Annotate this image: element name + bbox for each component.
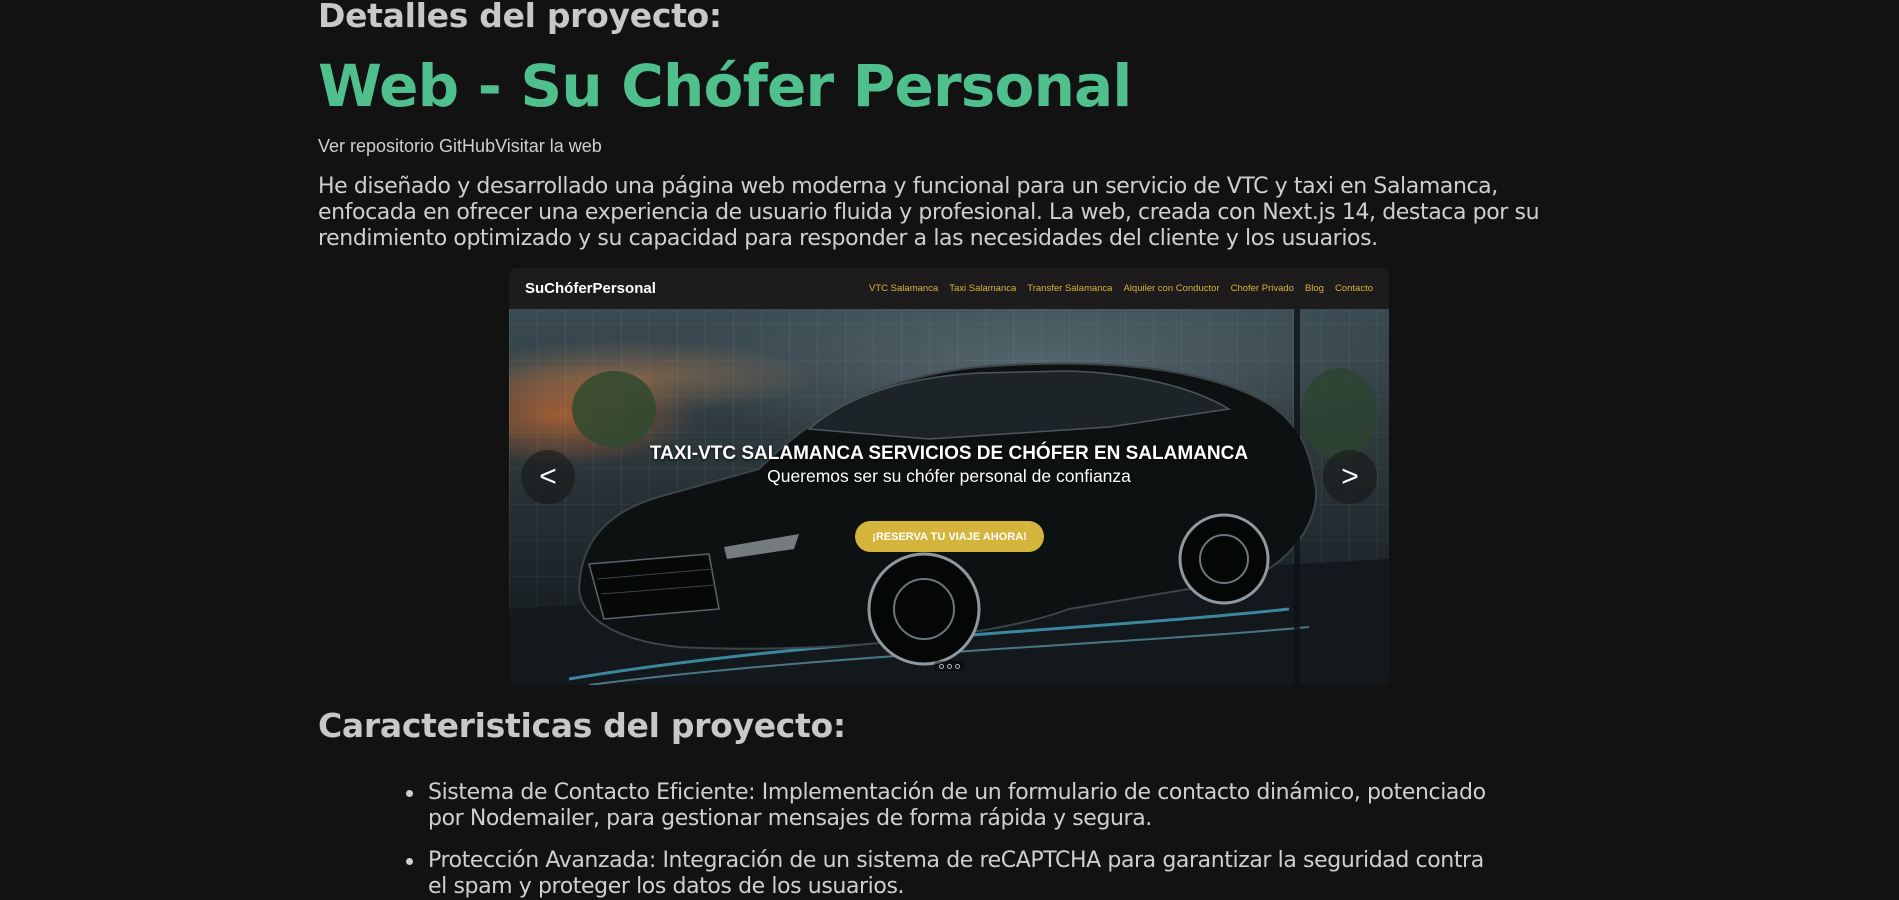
- preview-menu-item-chofer[interactable]: Chofer Privado: [1231, 283, 1294, 294]
- bullet-icon: [406, 790, 413, 797]
- preview-menu: VTC Salamanca Taxi Salamanca Transfer Sa…: [869, 283, 1373, 294]
- feature-item: Sistema de Contacto Eficiente: Implement…: [406, 780, 1488, 832]
- website-preview-screenshot: SuChóferPersonal VTC Salamanca Taxi Sala…: [509, 268, 1389, 685]
- preview-menu-item-transfer[interactable]: Transfer Salamanca: [1027, 283, 1112, 294]
- project-description: He diseñado y desarrollado una página we…: [318, 174, 1540, 251]
- preview-navbar: SuChóferPersonal VTC Salamanca Taxi Sala…: [509, 268, 1389, 309]
- preview-hero-title: TAXI-VTC SALAMANCA SERVICIOS DE CHÓFER E…: [649, 443, 1249, 464]
- preview-reserve-button[interactable]: ¡RESERVA TU VIAJE AHORA!: [855, 521, 1044, 552]
- details-heading: Detalles del proyecto:: [318, 0, 722, 35]
- feature-text: Sistema de Contacto Eficiente: Implement…: [428, 780, 1486, 831]
- visit-site-link[interactable]: Visitar la web: [495, 136, 602, 156]
- bullet-icon: [406, 858, 413, 865]
- github-repo-link[interactable]: Ver repositorio GitHub: [318, 136, 495, 156]
- feature-item: Protección Avanzada: Integración de un s…: [406, 848, 1488, 900]
- preview-menu-item-taxi[interactable]: Taxi Salamanca: [949, 283, 1016, 294]
- features-list: Sistema de Contacto Eficiente: Implement…: [406, 780, 1488, 900]
- preview-prev-arrow[interactable]: <: [521, 450, 575, 504]
- preview-menu-item-contacto[interactable]: Contacto: [1335, 283, 1373, 294]
- preview-hero-subtitle: Queremos ser su chófer personal de confi…: [767, 466, 1131, 486]
- car-illustration: [509, 309, 1389, 685]
- preview-hero: TAXI-VTC SALAMANCA SERVICIOS DE CHÓFER E…: [509, 309, 1389, 685]
- preview-next-arrow[interactable]: >: [1323, 450, 1377, 504]
- preview-menu-item-blog[interactable]: Blog: [1305, 283, 1324, 294]
- project-links: Ver repositorio GitHubVisitar la web: [318, 136, 602, 157]
- feature-text: Protección Avanzada: Integración de un s…: [428, 848, 1484, 899]
- preview-carousel-indicators[interactable]: [934, 661, 964, 671]
- preview-menu-item-vtc[interactable]: VTC Salamanca: [869, 283, 938, 294]
- preview-menu-item-alquiler[interactable]: Alquiler con Conductor: [1123, 283, 1219, 294]
- features-heading: Caracteristicas del proyecto:: [318, 706, 846, 745]
- project-details-page: Detalles del proyecto: Web - Su Chófer P…: [0, 0, 1899, 900]
- project-title: Web - Su Chófer Personal: [318, 52, 1132, 120]
- preview-logo: SuChóferPersonal: [525, 280, 656, 297]
